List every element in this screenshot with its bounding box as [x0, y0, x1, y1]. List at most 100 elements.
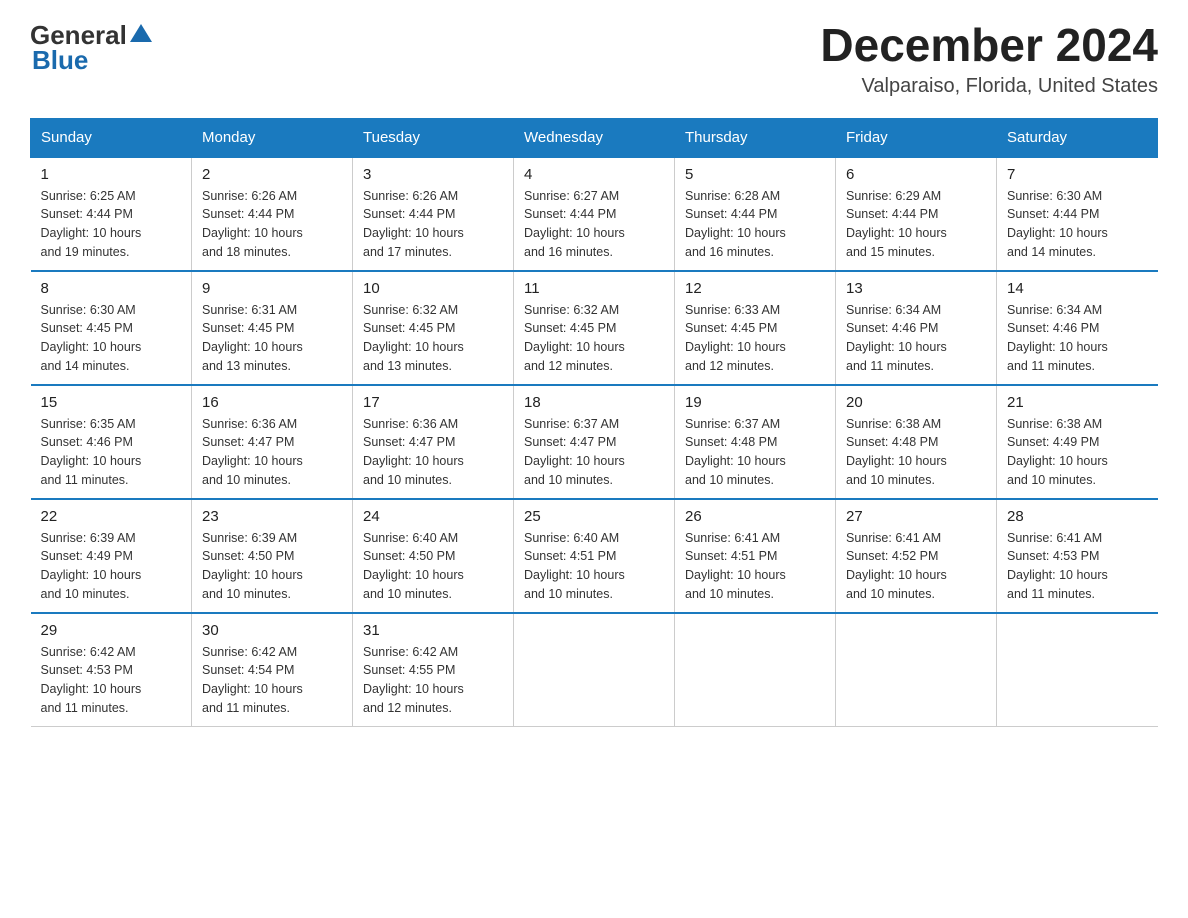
calendar-week-1: 1 Sunrise: 6:25 AM Sunset: 4:44 PM Dayli…: [31, 157, 1158, 271]
day-info: Sunrise: 6:41 AM Sunset: 4:53 PM Dayligh…: [1007, 529, 1148, 604]
calendar-cell: 6 Sunrise: 6:29 AM Sunset: 4:44 PM Dayli…: [836, 157, 997, 271]
day-info: Sunrise: 6:37 AM Sunset: 4:47 PM Dayligh…: [524, 415, 664, 490]
day-number: 29: [41, 622, 182, 639]
calendar-cell: 16 Sunrise: 6:36 AM Sunset: 4:47 PM Dayl…: [192, 385, 353, 499]
day-info: Sunrise: 6:37 AM Sunset: 4:48 PM Dayligh…: [685, 415, 825, 490]
calendar-subtitle: Valparaiso, Florida, United States: [820, 75, 1158, 98]
day-info: Sunrise: 6:38 AM Sunset: 4:48 PM Dayligh…: [846, 415, 986, 490]
day-info: Sunrise: 6:30 AM Sunset: 4:45 PM Dayligh…: [41, 301, 182, 376]
title-section: December 2024 Valparaiso, Florida, Unite…: [820, 20, 1158, 98]
calendar-cell: 3 Sunrise: 6:26 AM Sunset: 4:44 PM Dayli…: [353, 157, 514, 271]
day-info: Sunrise: 6:26 AM Sunset: 4:44 PM Dayligh…: [202, 187, 342, 262]
day-number: 22: [41, 508, 182, 525]
calendar-cell: [836, 613, 997, 727]
day-number: 9: [202, 280, 342, 297]
day-info: Sunrise: 6:42 AM Sunset: 4:53 PM Dayligh…: [41, 643, 182, 718]
weekday-header-sunday: Sunday: [31, 118, 192, 157]
calendar-cell: 13 Sunrise: 6:34 AM Sunset: 4:46 PM Dayl…: [836, 271, 997, 385]
day-number: 19: [685, 394, 825, 411]
day-number: 30: [202, 622, 342, 639]
day-info: Sunrise: 6:42 AM Sunset: 4:55 PM Dayligh…: [363, 643, 503, 718]
day-number: 6: [846, 166, 986, 183]
calendar-cell: 8 Sunrise: 6:30 AM Sunset: 4:45 PM Dayli…: [31, 271, 192, 385]
calendar-cell: 10 Sunrise: 6:32 AM Sunset: 4:45 PM Dayl…: [353, 271, 514, 385]
day-info: Sunrise: 6:41 AM Sunset: 4:51 PM Dayligh…: [685, 529, 825, 604]
day-number: 28: [1007, 508, 1148, 525]
calendar-week-3: 15 Sunrise: 6:35 AM Sunset: 4:46 PM Dayl…: [31, 385, 1158, 499]
page-header: General Blue December 2024 Valparaiso, F…: [30, 20, 1158, 98]
day-info: Sunrise: 6:33 AM Sunset: 4:45 PM Dayligh…: [685, 301, 825, 376]
day-info: Sunrise: 6:28 AM Sunset: 4:44 PM Dayligh…: [685, 187, 825, 262]
day-number: 15: [41, 394, 182, 411]
calendar-cell: 17 Sunrise: 6:36 AM Sunset: 4:47 PM Dayl…: [353, 385, 514, 499]
calendar-week-4: 22 Sunrise: 6:39 AM Sunset: 4:49 PM Dayl…: [31, 499, 1158, 613]
calendar-cell: 29 Sunrise: 6:42 AM Sunset: 4:53 PM Dayl…: [31, 613, 192, 727]
calendar-week-5: 29 Sunrise: 6:42 AM Sunset: 4:53 PM Dayl…: [31, 613, 1158, 727]
day-info: Sunrise: 6:40 AM Sunset: 4:50 PM Dayligh…: [363, 529, 503, 604]
day-info: Sunrise: 6:25 AM Sunset: 4:44 PM Dayligh…: [41, 187, 182, 262]
calendar-cell: 26 Sunrise: 6:41 AM Sunset: 4:51 PM Dayl…: [675, 499, 836, 613]
day-info: Sunrise: 6:36 AM Sunset: 4:47 PM Dayligh…: [202, 415, 342, 490]
weekday-header-wednesday: Wednesday: [514, 118, 675, 157]
day-number: 5: [685, 166, 825, 183]
day-number: 10: [363, 280, 503, 297]
day-info: Sunrise: 6:39 AM Sunset: 4:49 PM Dayligh…: [41, 529, 182, 604]
day-info: Sunrise: 6:32 AM Sunset: 4:45 PM Dayligh…: [524, 301, 664, 376]
calendar-cell: 28 Sunrise: 6:41 AM Sunset: 4:53 PM Dayl…: [997, 499, 1158, 613]
calendar-cell: 1 Sunrise: 6:25 AM Sunset: 4:44 PM Dayli…: [31, 157, 192, 271]
day-number: 17: [363, 394, 503, 411]
day-info: Sunrise: 6:40 AM Sunset: 4:51 PM Dayligh…: [524, 529, 664, 604]
day-number: 8: [41, 280, 182, 297]
day-number: 18: [524, 394, 664, 411]
day-number: 3: [363, 166, 503, 183]
calendar-cell: 12 Sunrise: 6:33 AM Sunset: 4:45 PM Dayl…: [675, 271, 836, 385]
calendar-cell: 15 Sunrise: 6:35 AM Sunset: 4:46 PM Dayl…: [31, 385, 192, 499]
day-number: 2: [202, 166, 342, 183]
calendar-cell: 22 Sunrise: 6:39 AM Sunset: 4:49 PM Dayl…: [31, 499, 192, 613]
day-number: 26: [685, 508, 825, 525]
day-number: 20: [846, 394, 986, 411]
calendar-cell: 23 Sunrise: 6:39 AM Sunset: 4:50 PM Dayl…: [192, 499, 353, 613]
calendar-cell: 25 Sunrise: 6:40 AM Sunset: 4:51 PM Dayl…: [514, 499, 675, 613]
day-number: 1: [41, 166, 182, 183]
calendar-cell: [997, 613, 1158, 727]
calendar-header: SundayMondayTuesdayWednesdayThursdayFrid…: [31, 118, 1158, 157]
day-info: Sunrise: 6:36 AM Sunset: 4:47 PM Dayligh…: [363, 415, 503, 490]
day-info: Sunrise: 6:26 AM Sunset: 4:44 PM Dayligh…: [363, 187, 503, 262]
calendar-cell: 11 Sunrise: 6:32 AM Sunset: 4:45 PM Dayl…: [514, 271, 675, 385]
day-number: 21: [1007, 394, 1148, 411]
day-info: Sunrise: 6:41 AM Sunset: 4:52 PM Dayligh…: [846, 529, 986, 604]
logo-blue-text: Blue: [32, 45, 152, 76]
weekday-header-monday: Monday: [192, 118, 353, 157]
day-number: 27: [846, 508, 986, 525]
calendar-cell: 7 Sunrise: 6:30 AM Sunset: 4:44 PM Dayli…: [997, 157, 1158, 271]
day-info: Sunrise: 6:34 AM Sunset: 4:46 PM Dayligh…: [1007, 301, 1148, 376]
calendar-cell: 19 Sunrise: 6:37 AM Sunset: 4:48 PM Dayl…: [675, 385, 836, 499]
logo: General Blue: [30, 20, 152, 76]
weekday-header-saturday: Saturday: [997, 118, 1158, 157]
day-number: 7: [1007, 166, 1148, 183]
calendar-cell: 30 Sunrise: 6:42 AM Sunset: 4:54 PM Dayl…: [192, 613, 353, 727]
weekday-header-friday: Friday: [836, 118, 997, 157]
calendar-cell: 27 Sunrise: 6:41 AM Sunset: 4:52 PM Dayl…: [836, 499, 997, 613]
weekday-header-thursday: Thursday: [675, 118, 836, 157]
day-info: Sunrise: 6:27 AM Sunset: 4:44 PM Dayligh…: [524, 187, 664, 262]
day-number: 11: [524, 280, 664, 297]
day-number: 25: [524, 508, 664, 525]
calendar-cell: [514, 613, 675, 727]
day-number: 14: [1007, 280, 1148, 297]
day-info: Sunrise: 6:38 AM Sunset: 4:49 PM Dayligh…: [1007, 415, 1148, 490]
day-number: 13: [846, 280, 986, 297]
day-number: 4: [524, 166, 664, 183]
day-info: Sunrise: 6:32 AM Sunset: 4:45 PM Dayligh…: [363, 301, 503, 376]
calendar-cell: 4 Sunrise: 6:27 AM Sunset: 4:44 PM Dayli…: [514, 157, 675, 271]
day-info: Sunrise: 6:29 AM Sunset: 4:44 PM Dayligh…: [846, 187, 986, 262]
calendar-cell: 9 Sunrise: 6:31 AM Sunset: 4:45 PM Dayli…: [192, 271, 353, 385]
calendar-cell: 18 Sunrise: 6:37 AM Sunset: 4:47 PM Dayl…: [514, 385, 675, 499]
calendar-cell: 24 Sunrise: 6:40 AM Sunset: 4:50 PM Dayl…: [353, 499, 514, 613]
calendar-cell: [675, 613, 836, 727]
day-number: 12: [685, 280, 825, 297]
calendar-title: December 2024: [820, 20, 1158, 71]
day-number: 16: [202, 394, 342, 411]
calendar-cell: 20 Sunrise: 6:38 AM Sunset: 4:48 PM Dayl…: [836, 385, 997, 499]
